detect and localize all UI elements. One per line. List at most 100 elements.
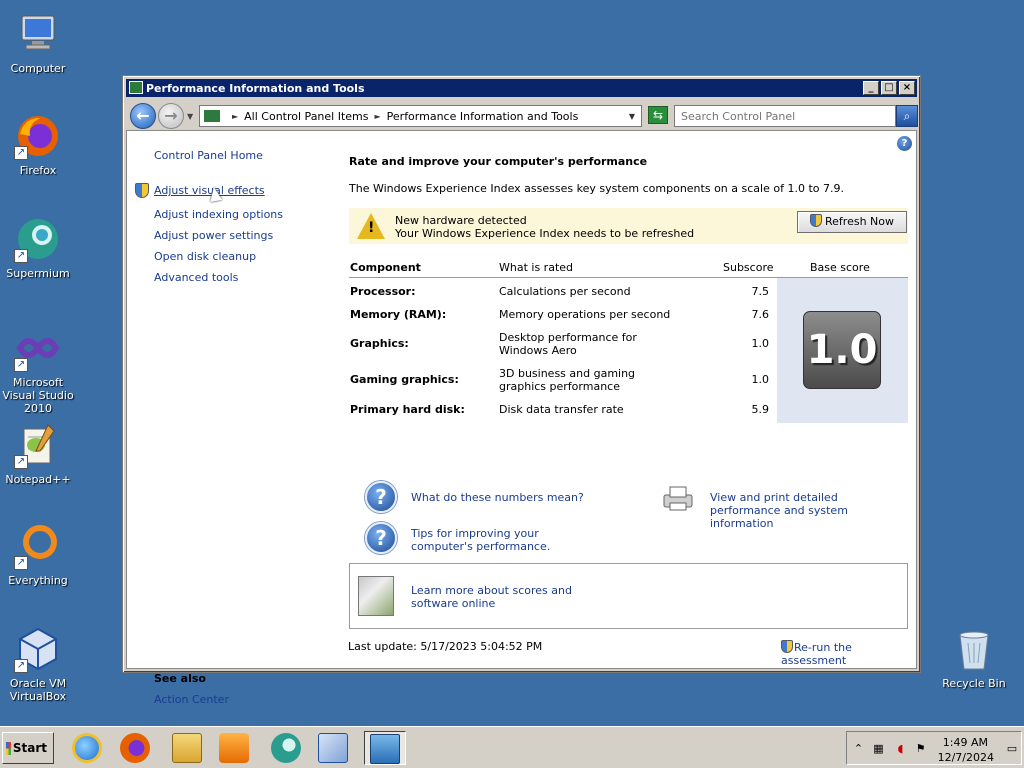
shortcut-arrow-icon: ↗ [14, 358, 28, 372]
back-button[interactable]: ← [130, 103, 156, 129]
help-question-icon[interactable]: ? [365, 522, 397, 554]
desktop-icon-label: Everything [8, 574, 68, 587]
action-center-link[interactable]: Action Center [154, 693, 229, 706]
supermium-icon [271, 733, 301, 763]
advanced-tools-link[interactable]: Advanced tools [154, 271, 238, 284]
desktop-icon-label: Firefox [19, 164, 57, 177]
forward-button[interactable]: → [158, 103, 184, 129]
action-center-flag-icon[interactable]: ⚑ [913, 741, 928, 756]
desktop-icon-everything[interactable]: ↗ Everything [0, 522, 76, 587]
rerun-assessment-link[interactable]: Re-run the assessment [781, 640, 916, 667]
what-is-rated: 3D business and gaming graphics performa… [499, 367, 636, 393]
desktop-icon-label: Notepad++ [5, 473, 71, 486]
show-desktop-icon[interactable]: ▭ [1005, 741, 1019, 756]
desktop-icon-recycle-bin[interactable]: Recycle Bin [936, 625, 1012, 690]
windows-flag-icon [6, 741, 11, 755]
internet-explorer-icon [72, 733, 102, 763]
uac-shield-icon [810, 214, 822, 227]
what-is-rated: Desktop performance for Windows Aero [499, 331, 637, 357]
column-header-what-is-rated: What is rated [499, 261, 574, 274]
clock-time[interactable]: 1:49 AM [943, 736, 988, 749]
subscore-value: 5.9 [751, 403, 770, 416]
adjust-power-settings-link[interactable]: Adjust power settings [154, 229, 273, 242]
start-label: Start [12, 741, 47, 755]
component-name: Memory (RAM): [350, 308, 447, 321]
desktop-icon-visual-studio[interactable]: ↗ Microsoft Visual Studio 2010 [0, 324, 76, 415]
maximize-button[interactable]: □ [881, 81, 897, 95]
taskbar-app-virtualbox[interactable] [312, 731, 354, 765]
printer-icon[interactable] [662, 485, 694, 511]
taskbar-app-internet-explorer[interactable] [66, 731, 108, 765]
taskbar-app-media-player[interactable] [213, 731, 255, 765]
what-is-rated: Calculations per second [499, 285, 631, 298]
component-name: Processor: [350, 285, 416, 298]
breadcrumb-item[interactable]: All Control Panel Items [244, 110, 368, 123]
firefox-icon: ↗ [14, 112, 62, 160]
component-name: Primary hard disk: [350, 403, 465, 416]
close-button[interactable]: × [899, 81, 915, 95]
view-print-details-link[interactable]: View and print detailed performance and … [710, 491, 910, 530]
taskbar-app-file-explorer[interactable] [166, 731, 208, 765]
address-dropdown-icon[interactable]: ▼ [629, 112, 635, 121]
desktop-icon-virtualbox[interactable]: ↗ Oracle VM VirtualBox [0, 625, 76, 703]
desktop-icon-firefox[interactable]: ↗ Firefox [0, 112, 76, 177]
virtualbox-icon [318, 733, 348, 763]
control-panel-home-link[interactable]: Control Panel Home [154, 149, 263, 162]
desktop-icon-label: Computer [10, 62, 66, 75]
breadcrumb-item[interactable]: Performance Information and Tools [387, 110, 579, 123]
subscore-value: 7.6 [751, 308, 770, 321]
what-numbers-mean-link[interactable]: What do these numbers mean? [411, 491, 584, 504]
see-also-heading: See also [154, 672, 206, 685]
desktop-icon-notepadpp[interactable]: ↗ Notepad++ [0, 421, 76, 486]
column-header-subscore: Subscore [723, 261, 774, 274]
volume-muted-icon[interactable]: ◖ [893, 741, 908, 756]
adjust-indexing-options-link[interactable]: Adjust indexing options [154, 208, 283, 221]
help-icon[interactable]: ? [897, 136, 912, 151]
shortcut-arrow-icon: ↗ [14, 249, 28, 263]
what-is-rated: Memory operations per second [499, 308, 671, 321]
window-titlebar[interactable]: Performance Information and Tools _ □ × [126, 79, 917, 97]
minimize-button[interactable]: _ [863, 81, 879, 95]
address-bar[interactable]: ► All Control Panel Items ► Performance … [199, 105, 642, 127]
subscore-value: 1.0 [751, 373, 770, 386]
desktop-icon-supermium[interactable]: ↗ Supermium [0, 215, 76, 280]
breadcrumb-separator: ► [374, 111, 381, 121]
show-hidden-icons-icon[interactable]: ⌃ [851, 741, 866, 756]
table-header: Component What is rated Subscore Base sc… [349, 256, 908, 278]
shortcut-arrow-icon: ↗ [14, 146, 28, 160]
desktop-icon-computer[interactable]: Computer [0, 10, 76, 75]
warning-exclamation: ! [368, 220, 375, 236]
hardware-alert-banner: ! New hardware detected Your Windows Exp… [349, 208, 908, 244]
taskbar-app-supermium[interactable] [265, 731, 307, 765]
component-name: Gaming graphics: [350, 373, 459, 386]
search-input[interactable] [674, 105, 896, 127]
media-player-icon [219, 733, 249, 763]
recent-pages-dropdown[interactable]: ▼ [187, 112, 193, 121]
search-icon[interactable]: ⌕ [896, 105, 918, 127]
learn-more-link[interactable]: Learn more about scores and software onl… [411, 584, 611, 610]
performance-info-icon [370, 734, 400, 764]
back-arrow-icon: ← [136, 106, 150, 125]
start-button[interactable]: Start [2, 732, 54, 764]
tips-improving-link[interactable]: Tips for improving your computer's perfo… [411, 527, 591, 553]
firefox-icon [120, 733, 150, 763]
base-score-panel: 1.0 [777, 278, 908, 423]
refresh-icon[interactable]: ⇆ [648, 106, 668, 124]
virtualbox-icon: ↗ [14, 625, 62, 673]
score-table: Component What is rated Subscore Base sc… [349, 256, 908, 423]
taskbar: Start ⌃ ▦ ◖ ⚑ 1:49 AM 12/7/2024 ▭ [0, 726, 1024, 768]
desktop-icon-label: Recycle Bin [942, 677, 1006, 690]
open-disk-cleanup-link[interactable]: Open disk cleanup [154, 250, 256, 263]
column-header-component: Component [350, 261, 421, 274]
taskbar-app-firefox[interactable] [114, 731, 156, 765]
uac-shield-icon [781, 640, 793, 653]
alert-message: Your Windows Experience Index needs to b… [395, 227, 695, 240]
help-question-icon[interactable]: ? [365, 481, 397, 513]
shortcut-arrow-icon: ↗ [14, 659, 28, 673]
refresh-now-button[interactable]: Refresh Now [797, 211, 907, 233]
taskbar-app-performance-info[interactable] [364, 731, 406, 765]
desktop-icon-label: Supermium [6, 267, 70, 280]
control-panel-icon [204, 110, 220, 122]
network-icon[interactable]: ▦ [871, 741, 886, 756]
clock-date[interactable]: 12/7/2024 [938, 751, 994, 764]
